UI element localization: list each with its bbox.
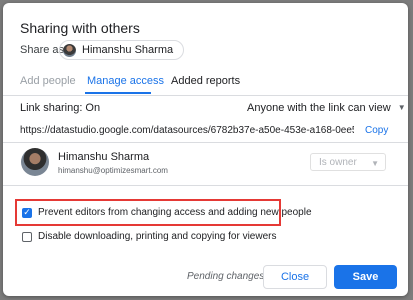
tab-added-reports[interactable]: Added reports (171, 75, 240, 87)
chevron-down-icon: ▼ (371, 159, 379, 168)
save-button[interactable]: Save (334, 265, 397, 289)
prevent-editors-option[interactable]: ✓ Prevent editors from changing access a… (22, 207, 312, 218)
divider (3, 185, 408, 186)
close-button[interactable]: Close (263, 265, 327, 289)
sharing-dialog: Sharing with others Share as Himanshu Sh… (3, 3, 408, 296)
pending-changes-text: Pending changes (187, 271, 265, 282)
link-sharing-status: Link sharing: On (20, 102, 101, 114)
share-as-user-chip[interactable]: Himanshu Sharma (59, 40, 185, 60)
copy-link-button[interactable]: Copy (365, 125, 388, 136)
share-as-label: Share as (20, 44, 65, 56)
role-value: Is owner (319, 157, 357, 168)
avatar (21, 148, 49, 176)
link-access-dropdown[interactable]: Anyone with the link can view ▼ (247, 102, 406, 114)
person-email: himanshu@optimizesmart.com (58, 166, 168, 175)
share-as-user-name: Himanshu Sharma (82, 44, 174, 56)
avatar (63, 43, 76, 57)
tab-add-people[interactable]: Add people (20, 75, 76, 87)
share-url[interactable]: https://datastudio.google.com/datasource… (20, 125, 354, 136)
active-tab-indicator (85, 92, 151, 94)
disable-download-option[interactable]: Disable downloading, printing and copyin… (22, 231, 276, 242)
disable-download-label: Disable downloading, printing and copyin… (38, 231, 277, 242)
checkbox-unchecked-icon[interactable] (22, 231, 32, 242)
chevron-down-icon: ▼ (397, 103, 406, 112)
divider (3, 142, 408, 143)
person-name: Himanshu Sharma (58, 151, 150, 163)
link-access-value: Anyone with the link can view (247, 102, 391, 114)
dialog-title: Sharing with others (20, 20, 140, 36)
checkbox-checked-icon[interactable]: ✓ (22, 207, 32, 218)
prevent-editors-label: Prevent editors from changing access and… (38, 207, 312, 218)
tab-manage-access[interactable]: Manage access (87, 75, 164, 87)
tab-bar: Add people Manage access Added reports (3, 73, 408, 96)
role-dropdown: Is owner ▼ (310, 153, 386, 171)
